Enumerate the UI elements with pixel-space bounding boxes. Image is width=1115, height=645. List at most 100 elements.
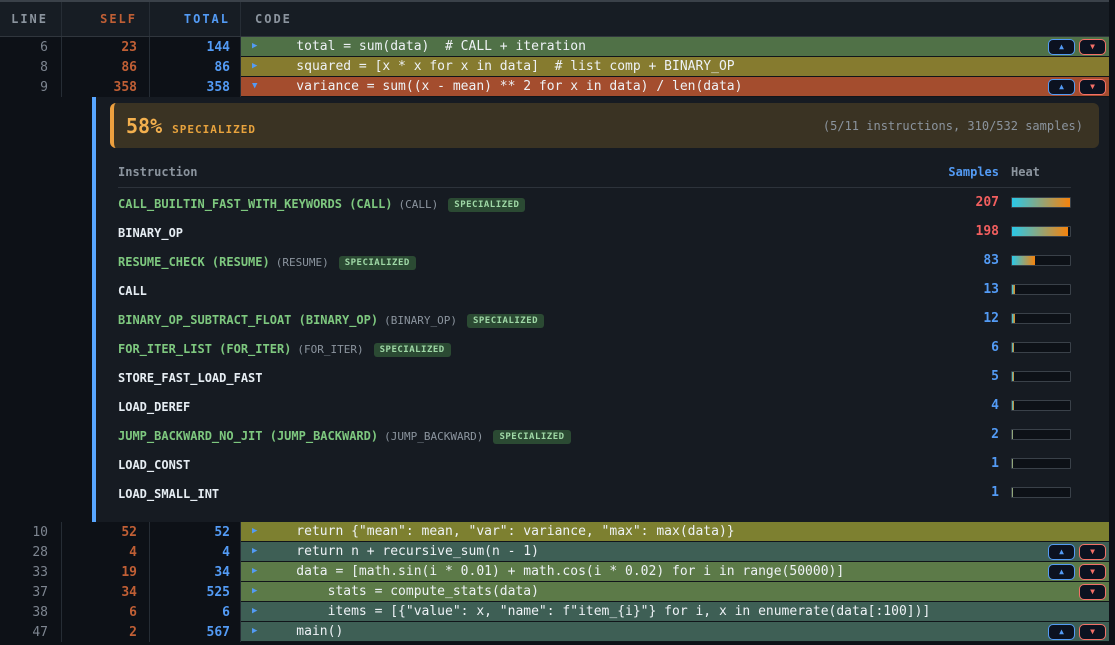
heat-bar-fill bbox=[1012, 314, 1015, 323]
code-cell[interactable]: ▼ variance = sum((x - mean) ** 2 for x i… bbox=[241, 77, 1109, 97]
specialized-badge: SPECIALIZED bbox=[493, 430, 570, 444]
instruction-row: RESUME_CHECK (RESUME)(RESUME)SPECIALIZED… bbox=[118, 246, 1071, 275]
code-row: 8 86 86 ▶ squared = [x * x for x in data… bbox=[0, 57, 1109, 77]
jump-up-button[interactable]: ▲ bbox=[1048, 564, 1075, 580]
self-samples: 6 bbox=[62, 602, 150, 622]
code-text: return {"mean": mean, "var": variance, "… bbox=[265, 522, 1109, 541]
instruction-row: STORE_FAST_LOAD_FAST 5 bbox=[118, 362, 1071, 391]
instruction-name: JUMP_BACKWARD_NO_JIT (JUMP_BACKWARD) bbox=[118, 429, 378, 443]
total-samples: 34 bbox=[150, 562, 241, 582]
code-cell[interactable]: ▶ stats = compute_stats(data) ▼ bbox=[241, 582, 1109, 602]
instruction-samples: 207 bbox=[929, 195, 999, 210]
code-row-expanded: 9 358 358 ▼ variance = sum((x - mean) **… bbox=[0, 77, 1109, 97]
line-number: 10 bbox=[0, 522, 62, 542]
heat-bar bbox=[1011, 313, 1071, 324]
heat-bar-fill bbox=[1012, 488, 1013, 497]
code-row: 37 34 525 ▶ stats = compute_stats(data) … bbox=[0, 582, 1109, 602]
expand-arrow-icon[interactable]: ▶ bbox=[241, 582, 265, 601]
profiler-window: LINE SELF TOTAL CODE 6 23 144 ▶ total = … bbox=[0, 0, 1109, 642]
heat-bar-fill bbox=[1012, 372, 1014, 381]
specialized-badge: SPECIALIZED bbox=[448, 198, 525, 212]
jump-down-button[interactable]: ▼ bbox=[1079, 79, 1106, 95]
heat-bar-fill bbox=[1012, 430, 1013, 439]
instruction-name: STORE_FAST_LOAD_FAST bbox=[118, 371, 263, 385]
code-cell[interactable]: ▶ total = sum(data) # CALL + iteration ▲… bbox=[241, 37, 1109, 57]
instruction-name: CALL_BUILTIN_FAST_WITH_KEYWORDS (CALL) bbox=[118, 197, 393, 211]
code-text: total = sum(data) # CALL + iteration bbox=[265, 37, 1048, 56]
heat-column-header: Heat bbox=[1011, 165, 1071, 179]
self-samples: 86 bbox=[62, 57, 150, 77]
instruction-samples: 2 bbox=[929, 427, 999, 442]
heat-bar bbox=[1011, 284, 1071, 295]
jump-up-button[interactable]: ▲ bbox=[1048, 79, 1075, 95]
instruction-name: BINARY_OP_SUBTRACT_FLOAT (BINARY_OP) bbox=[118, 313, 378, 327]
jump-down-button[interactable]: ▼ bbox=[1079, 564, 1106, 580]
instruction-samples: 6 bbox=[929, 340, 999, 355]
instruction-base-name: (CALL) bbox=[399, 198, 439, 211]
instruction-table-header: Instruction Samples Heat bbox=[118, 157, 1071, 188]
jump-down-button[interactable]: ▼ bbox=[1079, 624, 1106, 640]
expand-arrow-icon[interactable]: ▶ bbox=[241, 522, 265, 541]
line-number: 28 bbox=[0, 542, 62, 562]
code-cell[interactable]: ▶ main() ▲ ▼ bbox=[241, 622, 1109, 642]
instruction-row: LOAD_DEREF 4 bbox=[118, 391, 1071, 420]
instruction-base-name: (FOR_ITER) bbox=[297, 343, 363, 356]
code-text: items = [{"value": x, "name": f"item_{i}… bbox=[265, 602, 1109, 621]
jump-up-button[interactable]: ▲ bbox=[1048, 544, 1075, 560]
panel-gutter bbox=[0, 97, 92, 522]
instruction-row: CALL_BUILTIN_FAST_WITH_KEYWORDS (CALL) (C… bbox=[118, 188, 1071, 217]
instruction-name: CALL bbox=[118, 284, 147, 298]
specialized-badge: SPECIALIZED bbox=[339, 256, 416, 270]
jump-up-button[interactable]: ▲ bbox=[1048, 624, 1075, 640]
specialized-label: SPECIALIZED bbox=[172, 123, 256, 136]
instruction-row: LOAD_SMALL_INT 1 bbox=[118, 478, 1071, 507]
expand-arrow-icon[interactable]: ▶ bbox=[241, 57, 265, 76]
collapse-arrow-icon[interactable]: ▼ bbox=[241, 77, 265, 96]
instruction-samples: 198 bbox=[929, 224, 999, 239]
code-row: 10 52 52 ▶ return {"mean": mean, "var": … bbox=[0, 522, 1109, 542]
code-text: return n + recursive_sum(n - 1) bbox=[265, 542, 1048, 561]
code-cell[interactable]: ▶ squared = [x * x for x in data] # list… bbox=[241, 57, 1109, 77]
self-samples: 52 bbox=[62, 522, 150, 542]
code-cell[interactable]: ▶ return {"mean": mean, "var": variance,… bbox=[241, 522, 1109, 542]
line-number: 33 bbox=[0, 562, 62, 582]
total-samples: 144 bbox=[150, 37, 241, 57]
code-cell[interactable]: ▶ data = [math.sin(i * 0.01) + math.cos(… bbox=[241, 562, 1109, 582]
jump-up-button[interactable]: ▲ bbox=[1048, 39, 1075, 55]
instruction-column-header: Instruction bbox=[118, 165, 929, 179]
instruction-row: BINARY_OP_SUBTRACT_FLOAT (BINARY_OP)(BIN… bbox=[118, 304, 1071, 333]
samples-column-header[interactable]: Samples bbox=[929, 165, 999, 179]
self-samples: 2 bbox=[62, 622, 150, 642]
table-header: LINE SELF TOTAL CODE bbox=[0, 2, 1109, 37]
total-samples: 86 bbox=[150, 57, 241, 77]
instruction-row: JUMP_BACKWARD_NO_JIT (JUMP_BACKWARD)(JUM… bbox=[118, 420, 1071, 449]
expand-arrow-icon[interactable]: ▶ bbox=[241, 542, 265, 561]
heat-bar bbox=[1011, 255, 1071, 266]
instruction-name: LOAD_CONST bbox=[118, 458, 190, 472]
expand-arrow-icon[interactable]: ▶ bbox=[241, 602, 265, 621]
total-samples: 4 bbox=[150, 542, 241, 562]
expand-arrow-icon[interactable]: ▶ bbox=[241, 562, 265, 581]
code-text: variance = sum((x - mean) ** 2 for x in … bbox=[265, 77, 1048, 96]
code-cell[interactable]: ▶ items = [{"value": x, "name": f"item_{… bbox=[241, 602, 1109, 622]
expand-arrow-icon[interactable]: ▶ bbox=[241, 37, 265, 56]
specialized-percent: 58% bbox=[126, 114, 162, 138]
heat-bar-fill bbox=[1012, 285, 1015, 294]
column-header-total: TOTAL bbox=[150, 2, 241, 36]
heat-bar bbox=[1011, 342, 1071, 353]
instruction-name: BINARY_OP bbox=[118, 226, 183, 240]
expand-arrow-icon[interactable]: ▶ bbox=[241, 622, 265, 641]
heat-bar bbox=[1011, 400, 1071, 411]
line-number: 8 bbox=[0, 57, 62, 77]
specialization-panel: 58% SPECIALIZED (5/11 instructions, 310/… bbox=[0, 97, 1109, 522]
line-number: 9 bbox=[0, 77, 62, 97]
jump-down-button[interactable]: ▼ bbox=[1079, 544, 1106, 560]
heat-bar-fill bbox=[1012, 256, 1035, 265]
jump-down-button[interactable]: ▼ bbox=[1079, 39, 1106, 55]
jump-down-button[interactable]: ▼ bbox=[1079, 584, 1106, 600]
code-cell[interactable]: ▶ return n + recursive_sum(n - 1) ▲ ▼ bbox=[241, 542, 1109, 562]
code-text: main() bbox=[265, 622, 1048, 641]
instruction-samples: 5 bbox=[929, 369, 999, 384]
instruction-name: RESUME_CHECK (RESUME) bbox=[118, 255, 270, 269]
heat-bar-fill bbox=[1012, 401, 1014, 410]
